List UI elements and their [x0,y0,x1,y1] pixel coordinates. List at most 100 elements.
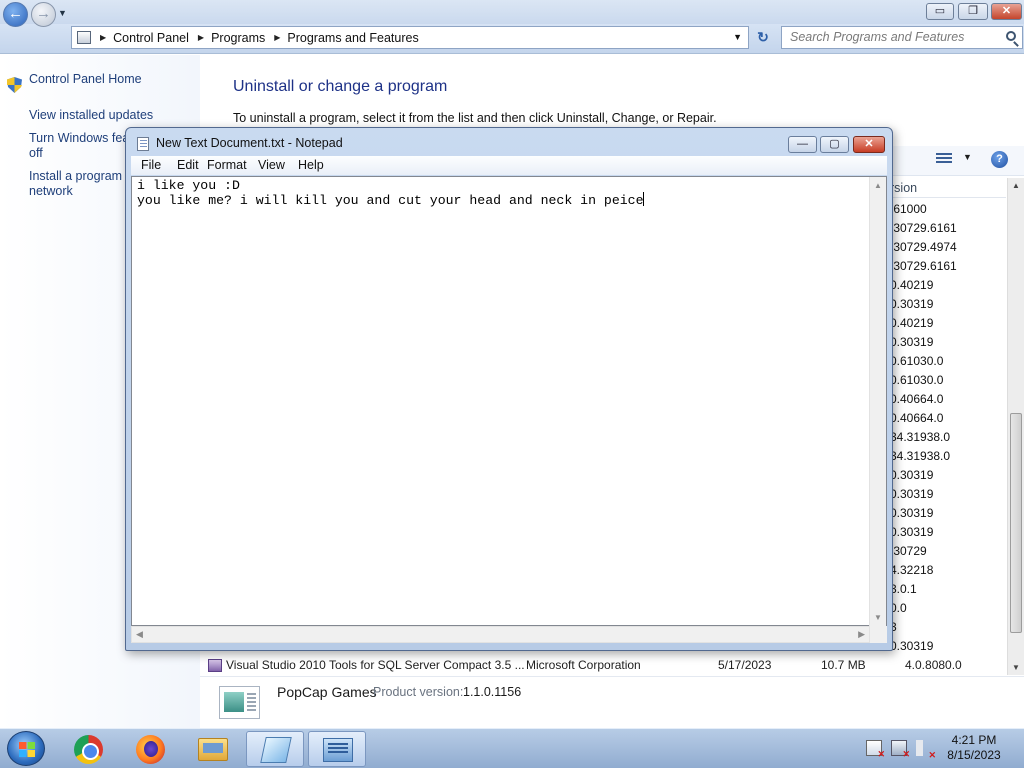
version-cell: 3 [890,620,897,634]
scroll-up-icon[interactable]: ▲ [874,181,882,190]
turn-windows-features-link[interactable]: Turn Windows fea off [29,131,129,161]
version-cell: 0.61030.0 [890,373,944,387]
version-cell: .30729 [890,544,927,558]
taskbar-chrome[interactable] [60,731,118,767]
details-program-name: PopCap Games [277,684,377,700]
version-column: .61000 .30729.6161 .30729.4974 .30729.6161 0… [890,200,1006,656]
version-column-header[interactable]: rsion [890,178,1006,198]
version-cell: 0.30319 [890,335,934,349]
notepad-icon [260,737,292,763]
title-bar [0,0,1024,24]
search-icon[interactable] [1006,31,1016,41]
notepad-maximize-button[interactable]: ▢ [820,136,849,153]
notepad-window[interactable]: New Text Document.txt - Notepad — ▢ ✕ Fi… [125,127,893,651]
version-cell: .30729.6161 [890,221,957,235]
details-pane: PopCap Games Product version: 1.1.0.1156 [200,676,1024,728]
network-icon[interactable] [891,740,910,760]
install-from-network-text-2: network [29,184,73,198]
version-cell: 0.30319 [890,297,934,311]
maximize-button[interactable]: ❐ [958,3,988,20]
chevron-right-icon[interactable]: ▶ [274,33,280,42]
taskbar-explorer[interactable] [184,731,242,767]
version-cell: 0.30319 [890,468,934,482]
scrollbar-thumb[interactable] [1010,413,1022,633]
version-cell: 0.40664.0 [890,411,944,425]
menu-help[interactable]: Help [298,158,324,172]
breadcrumb-programs[interactable]: Programs [211,31,265,45]
table-row[interactable]: Visual Studio 2010 Tools for SQL Server … [200,656,1006,675]
text-line-with-caret: you like me? i will kill you and cut you… [137,192,645,208]
taskbar-notepad[interactable] [246,731,304,767]
volume-muted-icon[interactable] [916,740,936,761]
minimize-button[interactable]: ▭ [926,3,954,20]
scroll-down-icon[interactable]: ▼ [1012,663,1020,672]
version-cell: 0.30319 [890,525,934,539]
scroll-down-icon[interactable]: ▼ [874,613,882,622]
program-list-scrollbar[interactable]: ▲ ▼ [1007,178,1024,675]
taskbar-control-panel[interactable] [308,731,366,767]
menu-view[interactable]: View [258,158,285,172]
search-input[interactable]: Search Programs and Features [781,26,1023,49]
change-view-icon[interactable] [936,153,952,165]
version-cell: .61000 [890,202,927,216]
text-caret [643,192,645,206]
shield-icon [7,77,22,93]
breadcrumb-control-panel[interactable]: Control Panel [113,31,189,45]
menu-file[interactable]: File [141,158,161,172]
notepad-close-button[interactable]: ✕ [853,136,885,153]
version-cell: 0.61030.0 [890,354,944,368]
page-description: To uninstall a program, select it from t… [233,111,717,125]
turn-windows-features-text-2: off [29,146,43,160]
scroll-up-icon[interactable]: ▲ [1012,181,1020,190]
help-icon[interactable]: ? [991,151,1008,168]
details-version-label: Product version: [373,685,464,699]
search-placeholder: Search Programs and Features [790,30,965,44]
version-cell: 0.0 [890,601,907,615]
chevron-right-icon[interactable]: ▶ [198,33,204,42]
version-cell: 0.40219 [890,278,934,292]
view-dropdown-icon[interactable]: ▼ [963,152,972,162]
text-editor[interactable]: i like you :D you like me? i will kill y… [131,176,887,626]
menu-format[interactable]: Format [207,158,247,172]
folder-icon [198,738,228,761]
action-center-icon[interactable] [866,740,885,760]
notepad-vertical-scrollbar[interactable]: ▲ ▼ [869,177,886,626]
chevron-right-icon[interactable]: ▶ [100,33,106,42]
system-clock[interactable]: 4:21 PM 8/15/2023 [938,733,1010,763]
notepad-icon[interactable] [137,137,149,151]
install-from-network-link[interactable]: Install a program f network [29,169,129,199]
text-line: you like me? i will kill you and cut you… [137,193,644,208]
breadcrumb-programs-and-features[interactable]: Programs and Features [287,31,418,45]
address-bar[interactable]: ▶ Control Panel ▶ Programs ▶ Programs an… [71,26,749,49]
notepad-title: New Text Document.txt - Notepad [156,136,343,150]
scroll-left-icon[interactable]: ◀ [136,629,143,640]
control-panel-home-link[interactable]: Control Panel Home [29,72,142,87]
notepad-horizontal-scrollbar[interactable]: ◀ ▶ [131,626,870,643]
firefox-icon [136,735,165,764]
program-name: Visual Studio 2010 Tools for SQL Server … [226,658,525,672]
forward-button[interactable]: → [31,2,56,27]
address-dropdown-icon[interactable]: ▼ [733,32,742,42]
start-button[interactable] [7,731,45,766]
version-cell: 3.0.1 [890,582,917,596]
recent-pages-dropdown[interactable]: ▼ [58,8,67,18]
windows-logo-icon [19,742,35,757]
scroll-right-icon[interactable]: ▶ [858,629,865,640]
notepad-minimize-button[interactable]: — [788,136,817,153]
install-from-network-text-1: Install a program f [29,169,130,183]
view-installed-updates-link[interactable]: View installed updates [29,108,153,123]
version-cell: 0.30319 [890,487,934,501]
program-size: 10.7 MB [821,658,866,672]
version-cell: 34.31938.0 [890,449,951,463]
taskbar-firefox[interactable] [122,731,180,767]
program-icon [219,686,260,719]
size-grip[interactable] [870,626,887,643]
program-installed-on: 5/17/2023 [718,658,772,672]
refresh-icon[interactable]: ↻ [752,29,774,47]
close-button[interactable]: ✕ [991,3,1022,20]
program-version: 4.0.8080.0 [905,658,962,672]
version-cell: .30729.6161 [890,259,957,273]
clock-date: 8/15/2023 [947,748,1001,762]
back-button[interactable]: ← [3,2,28,27]
menu-edit[interactable]: Edit [177,158,199,172]
